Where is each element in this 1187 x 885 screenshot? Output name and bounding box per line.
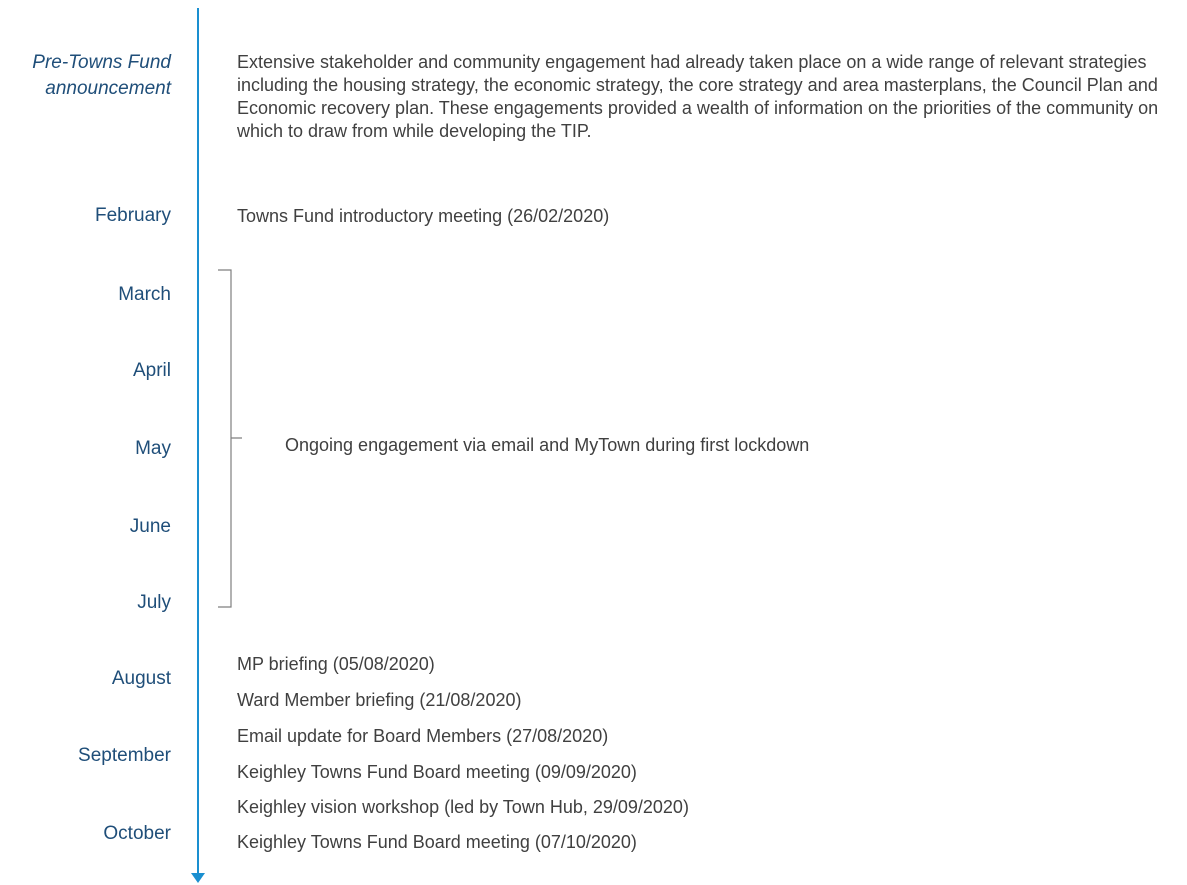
event-item: Ward Member briefing (21/08/2020) — [237, 690, 522, 710]
month-august: August — [111, 668, 171, 689]
lockdown-bracket — [218, 269, 242, 608]
timeline-arrow-icon — [191, 873, 205, 883]
event-item: MP briefing (05/08/2020) — [237, 654, 435, 674]
ongoing-engagement-text: Ongoing engagement via email and MyTown … — [285, 435, 810, 455]
event-item: Email update for Board Members (27/08/20… — [237, 726, 609, 746]
pre-announcement-description: Extensive stakeholder and community enga… — [237, 52, 1159, 141]
month-october: October — [103, 823, 171, 844]
month-september: September — [78, 745, 171, 766]
event-item: Keighley Towns Fund Board meeting (07/10… — [237, 832, 637, 852]
february-event: Towns Fund introductory meeting (26/02/2… — [237, 206, 610, 226]
event-item: Keighley vision workshop (led by Town Hu… — [237, 797, 689, 817]
event-item: Keighley Towns Fund Board meeting (09/09… — [237, 762, 637, 782]
